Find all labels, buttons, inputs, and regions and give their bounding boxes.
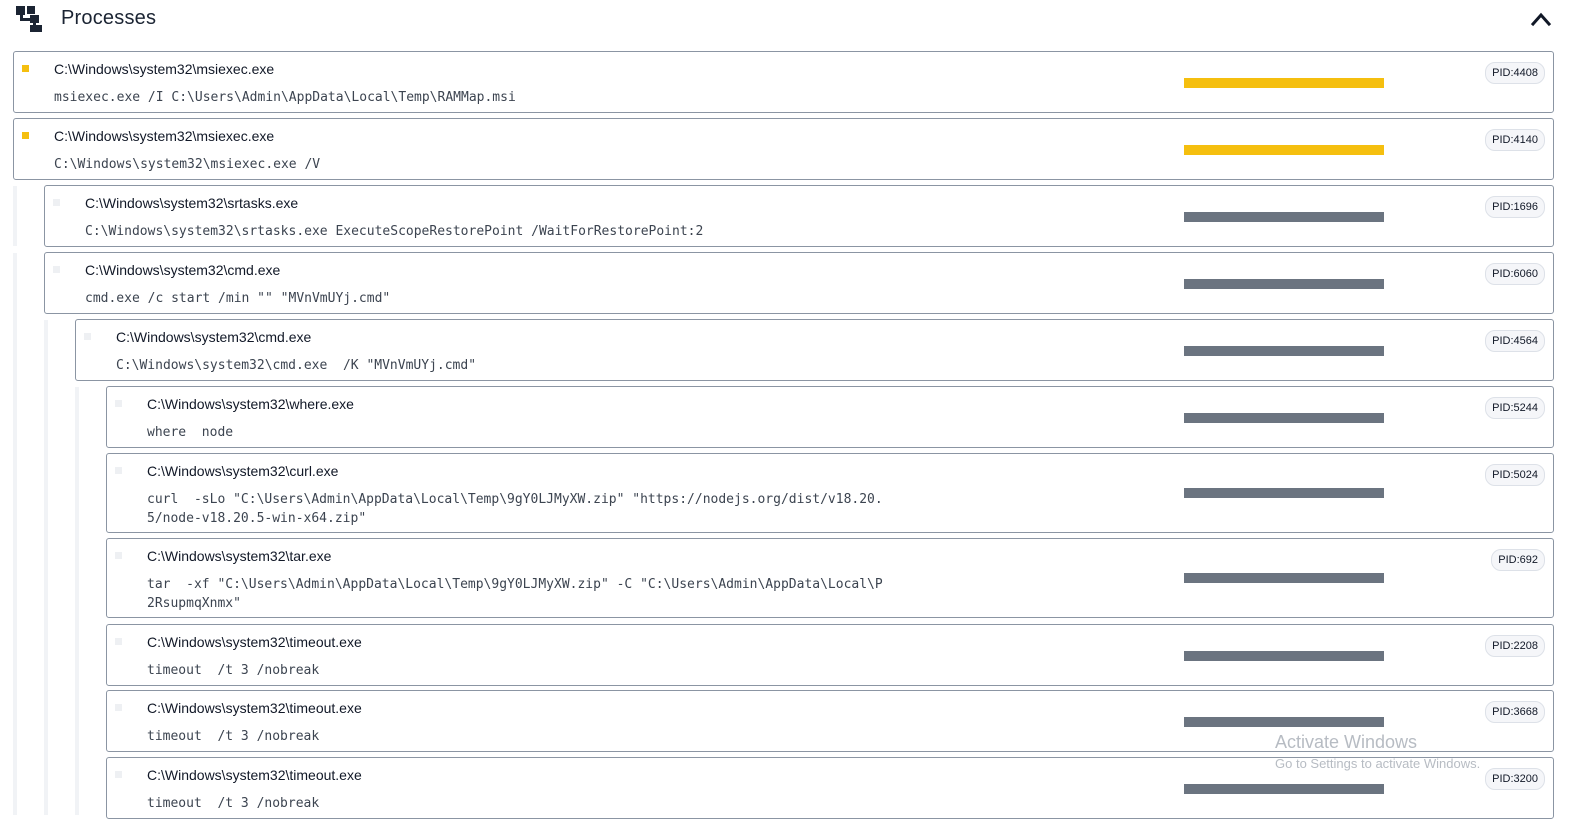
process-card[interactable]: C:\Windows\system32\msiexec.exe msiexec.… [13,51,1554,113]
process-path: C:\Windows\system32\tar.exe [147,548,332,564]
status-indicator [115,638,122,645]
status-indicator [22,132,29,139]
activity-bar [1184,573,1384,583]
process-path: C:\Windows\system32\where.exe [147,396,354,412]
process-command: curl -sLo "C:\Users\Admin\AppData\Local\… [147,492,883,526]
activate-windows-watermark: Activate Windows Go to Settings to activ… [1275,732,1480,771]
process-command: timeout /t 3 /nobreak [147,796,320,811]
process-card[interactable]: C:\Windows\system32\where.exe where node… [106,386,1554,448]
process-path: C:\Windows\system32\cmd.exe [85,262,281,278]
status-indicator [22,65,29,72]
status-indicator [115,704,122,711]
activity-bar-fill [1184,651,1384,661]
activity-bar [1184,488,1384,498]
process-card[interactable]: C:\Windows\system32\srtasks.exe C:\Windo… [44,185,1554,247]
pid-badge: PID:5024 [1485,464,1545,486]
pid-badge: PID:4140 [1485,129,1545,151]
pid-badge: PID:1696 [1485,196,1545,218]
status-indicator [53,199,60,206]
process-command: tar -xf "C:\Users\Admin\AppData\Local\Te… [147,577,883,611]
watermark-subtitle: Go to Settings to activate Windows. [1275,756,1481,771]
process-path: C:\Windows\system32\timeout.exe [147,700,362,716]
activity-bar-fill [1184,413,1384,423]
pid-badge: PID:4564 [1485,330,1545,352]
process-command: timeout /t 3 /nobreak [147,663,320,678]
activity-bar [1184,145,1384,155]
process-command: C:\Windows\system32\srtasks.exe ExecuteS… [85,224,704,239]
activity-bar-fill [1184,717,1384,727]
activity-bar [1184,212,1384,222]
process-path: C:\Windows\system32\curl.exe [147,463,339,479]
activity-bar-fill [1184,279,1384,289]
activity-bar [1184,651,1384,661]
watermark-title: Activate Windows [1275,732,1418,752]
pid-badge: PID:5244 [1485,397,1545,419]
process-command: cmd.exe /c start /min "" "MVnVmUYj.cmd" [85,291,391,306]
activity-bar [1184,346,1384,356]
pid-badge: PID:3200 [1485,768,1545,790]
activity-bar-fill [1184,78,1384,88]
process-command: timeout /t 3 /nobreak [147,729,320,744]
status-indicator [115,400,122,407]
activity-bar [1184,413,1384,423]
process-path: C:\Windows\system32\timeout.exe [147,767,362,783]
pid-badge: PID:692 [1491,549,1545,571]
activity-bar [1184,279,1384,289]
activity-bar [1184,784,1384,794]
process-card[interactable]: C:\Windows\system32\curl.exe curl -sLo "… [106,453,1554,533]
process-command: C:\Windows\system32\msiexec.exe /V [54,157,321,172]
status-indicator [84,333,91,340]
process-list: C:\Windows\system32\msiexec.exe msiexec.… [0,0,1574,819]
status-indicator [115,771,122,778]
process-path: C:\Windows\system32\cmd.exe [116,329,312,345]
activity-bar-fill [1184,488,1384,498]
pid-badge: PID:3668 [1485,701,1545,723]
pid-badge: PID:4408 [1485,62,1545,84]
activity-bar-fill [1184,346,1384,356]
activity-bar-fill [1184,212,1384,222]
process-command: where node [147,425,234,440]
process-card[interactable]: C:\Windows\system32\cmd.exe C:\Windows\s… [75,319,1554,381]
process-card[interactable]: C:\Windows\system32\msiexec.exe C:\Windo… [13,118,1554,180]
process-path: C:\Windows\system32\srtasks.exe [85,195,299,211]
pid-badge: PID:6060 [1485,263,1545,285]
process-command: msiexec.exe /I C:\Users\Admin\AppData\Lo… [54,90,516,105]
activity-bar-fill [1184,784,1384,794]
process-command: C:\Windows\system32\cmd.exe /K "MVnVmUYj… [116,358,477,373]
activity-bar [1184,717,1384,727]
process-card[interactable]: C:\Windows\system32\timeout.exe timeout … [106,624,1554,686]
activity-bar-fill [1184,573,1384,583]
status-indicator [115,467,122,474]
activity-bar [1184,78,1384,88]
status-indicator [115,552,122,559]
pid-badge: PID:2208 [1485,635,1545,657]
process-card[interactable]: C:\Windows\system32\cmd.exe cmd.exe /c s… [44,252,1554,314]
process-card[interactable]: C:\Windows\system32\tar.exe tar -xf "C:\… [106,538,1554,618]
process-path: C:\Windows\system32\msiexec.exe [54,128,275,144]
process-path: C:\Windows\system32\msiexec.exe [54,61,275,77]
process-path: C:\Windows\system32\timeout.exe [147,634,362,650]
status-indicator [53,266,60,273]
activity-bar-fill [1184,145,1384,155]
